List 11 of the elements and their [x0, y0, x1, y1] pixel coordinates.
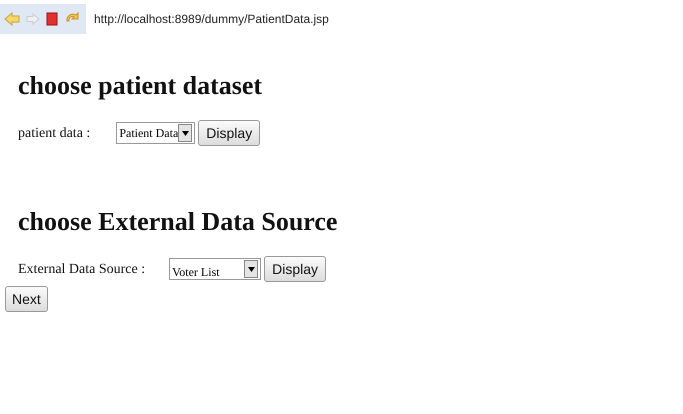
address-bar[interactable]: http://localhost:8989/dummy/PatientData.jsp — [86, 4, 683, 34]
field-label: External Data Source : — [18, 260, 146, 278]
next-button[interactable]: Next — [5, 286, 48, 312]
section-heading: choose patient dataset — [18, 70, 264, 102]
section-heading: choose External Data Source — [18, 206, 338, 238]
stop-icon[interactable] — [46, 12, 58, 26]
field-label: patient data : — [18, 124, 90, 142]
dropdown-select[interactable]: Voter List — [169, 258, 262, 280]
display-button[interactable]: Display — [264, 256, 326, 282]
display-button[interactable]: Display — [198, 120, 260, 146]
dropdown-select[interactable]: Patient Data — [116, 122, 196, 144]
